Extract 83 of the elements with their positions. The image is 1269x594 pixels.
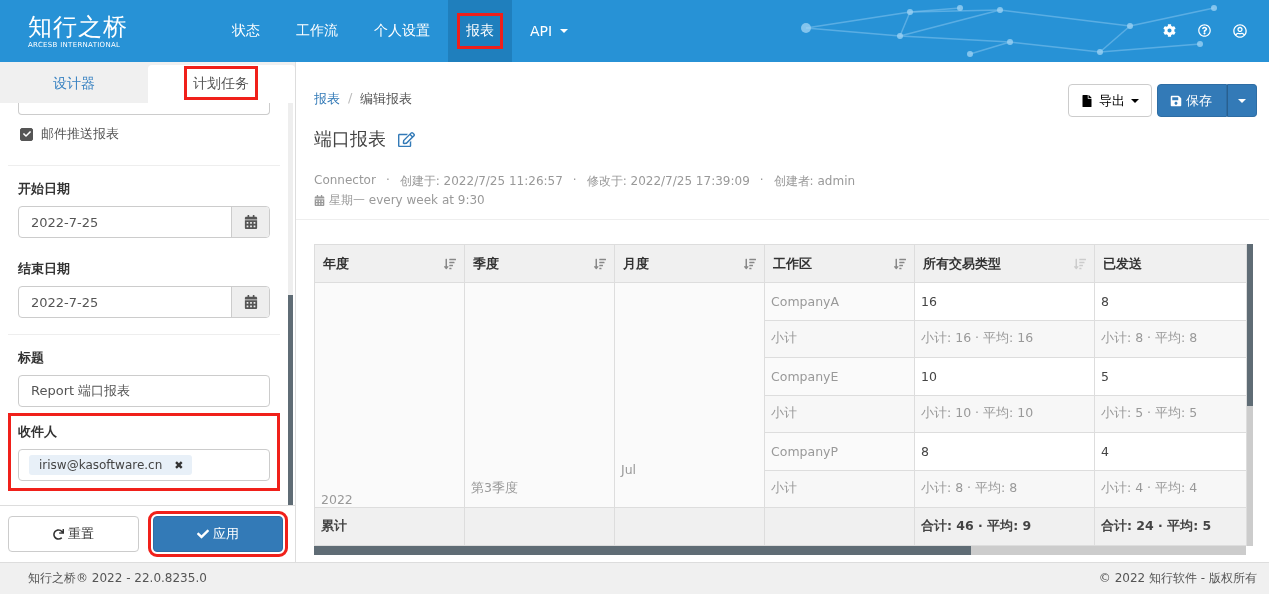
report-title: 端口报表	[314, 127, 386, 151]
table-cell: 小计: 5 · 平均: 5	[1095, 395, 1247, 433]
export-button[interactable]: 导出	[1068, 84, 1152, 117]
version-text: 知行之桥® 2022 - 22.0.8235.0	[28, 570, 207, 587]
breadcrumb-current: 编辑报表	[360, 90, 413, 108]
checkbox-label: 邮件推送报表	[41, 125, 119, 143]
table-cell: 2022	[315, 283, 465, 508]
tag-text: irisw@kasoftware.cn	[39, 458, 163, 472]
column-header[interactable]: 所有交易类型	[915, 245, 1095, 283]
schedule-text: 星期一 every week at 9:30	[329, 192, 485, 209]
nav-link[interactable]: 报表	[448, 0, 512, 62]
table-cell: 小计: 10 · 平均: 10	[915, 395, 1095, 433]
table-cell: Jul	[615, 283, 765, 508]
save-icon	[1170, 94, 1182, 107]
column-header[interactable]: 工作区	[765, 245, 915, 283]
table-cell: 5	[1095, 358, 1247, 396]
file-icon	[1081, 94, 1093, 107]
table-cell: 8	[1095, 283, 1247, 321]
meta-separator: ·	[385, 173, 390, 189]
table-cell: 8	[915, 433, 1095, 471]
column-header[interactable]: 月度	[615, 245, 765, 283]
remove-icon[interactable]: ✖	[174, 458, 184, 472]
meta-separator: ·	[572, 173, 577, 189]
table-cell: 小计	[765, 395, 915, 433]
breadcrumb-link[interactable]: 报表	[314, 90, 340, 108]
meta-text: 创建于: 2022/7/25 11:26:57	[399, 173, 563, 190]
check-icon	[22, 130, 31, 138]
table-cell: CompanyP	[765, 433, 915, 471]
table-cell: 小计: 16 · 平均: 16	[915, 320, 1095, 358]
field-label: 开始日期	[18, 180, 71, 198]
sort-icon[interactable]	[744, 257, 756, 270]
meta-text: Connector	[314, 173, 376, 189]
table-cell: 合计: 46 · 平均: 9	[915, 508, 1095, 546]
table-cell: 累计	[315, 508, 465, 546]
table-cell: CompanyA	[765, 283, 915, 321]
meta-text: 创建者: admin	[773, 173, 856, 190]
table-cell: 小计: 8 · 平均: 8	[1095, 320, 1247, 358]
panel-tab[interactable]: 计划任务	[147, 65, 295, 103]
input-field[interactable]	[18, 103, 270, 115]
table-cell: 合计: 24 · 平均: 5	[1095, 508, 1247, 546]
meta-text: 修改于: 2022/7/25 17:39:09	[586, 173, 750, 190]
check-icon	[196, 528, 209, 540]
sort-icon[interactable]	[594, 257, 606, 270]
column-header[interactable]: 已发送	[1095, 245, 1247, 283]
reset-button[interactable]: 重置	[8, 516, 139, 552]
calendar-icon[interactable]	[231, 207, 269, 237]
table-cell: 小计: 4 · 平均: 4	[1095, 470, 1247, 508]
calendar-icon	[314, 195, 325, 206]
table-cell: 小计: 8 · 平均: 8	[915, 470, 1095, 508]
undo-icon	[52, 528, 64, 540]
field-label: 收件人	[18, 423, 58, 441]
help-icon[interactable]	[1198, 24, 1211, 38]
table-cell: 第3季度	[465, 283, 615, 508]
table-cell: 16	[915, 283, 1095, 321]
checkbox[interactable]	[20, 127, 33, 141]
table-cell: CompanyE	[765, 358, 915, 396]
column-header[interactable]: 季度	[465, 245, 615, 283]
scrollbar[interactable]	[1247, 244, 1253, 546]
scrollbar[interactable]	[314, 546, 1246, 555]
date-field[interactable]: 2022-7-25	[18, 206, 270, 238]
breadcrumb-separator: /	[348, 90, 353, 107]
copyright-text: © 2022 知行软件 - 版权所有	[1098, 570, 1257, 587]
tag-field[interactable]: irisw@kasoftware.cn ✖	[18, 449, 270, 481]
sort-icon[interactable]	[894, 257, 906, 270]
caret-icon[interactable]	[560, 29, 569, 33]
input-field[interactable]: Report 端口报表	[18, 375, 270, 407]
edit-icon[interactable]	[398, 130, 415, 148]
save-button[interactable]: 保存	[1157, 84, 1227, 117]
date-field[interactable]: 2022-7-25	[18, 286, 270, 318]
table-cell: 4	[1095, 433, 1247, 471]
save-menu-button[interactable]	[1227, 84, 1257, 117]
scrollbar[interactable]	[288, 103, 293, 505]
user-icon[interactable]	[1233, 24, 1247, 38]
table-cell: 小计	[765, 320, 915, 358]
field-label: 结束日期	[18, 260, 71, 278]
column-header[interactable]: 年度	[315, 245, 465, 283]
calendar-icon[interactable]	[231, 287, 269, 317]
table-cell: 10	[915, 358, 1095, 396]
table-cell: 小计	[765, 470, 915, 508]
settings-icon[interactable]	[1163, 24, 1176, 38]
sort-icon[interactable]	[444, 257, 456, 270]
meta-separator: ·	[759, 173, 764, 189]
field-label: 标题	[18, 349, 45, 367]
